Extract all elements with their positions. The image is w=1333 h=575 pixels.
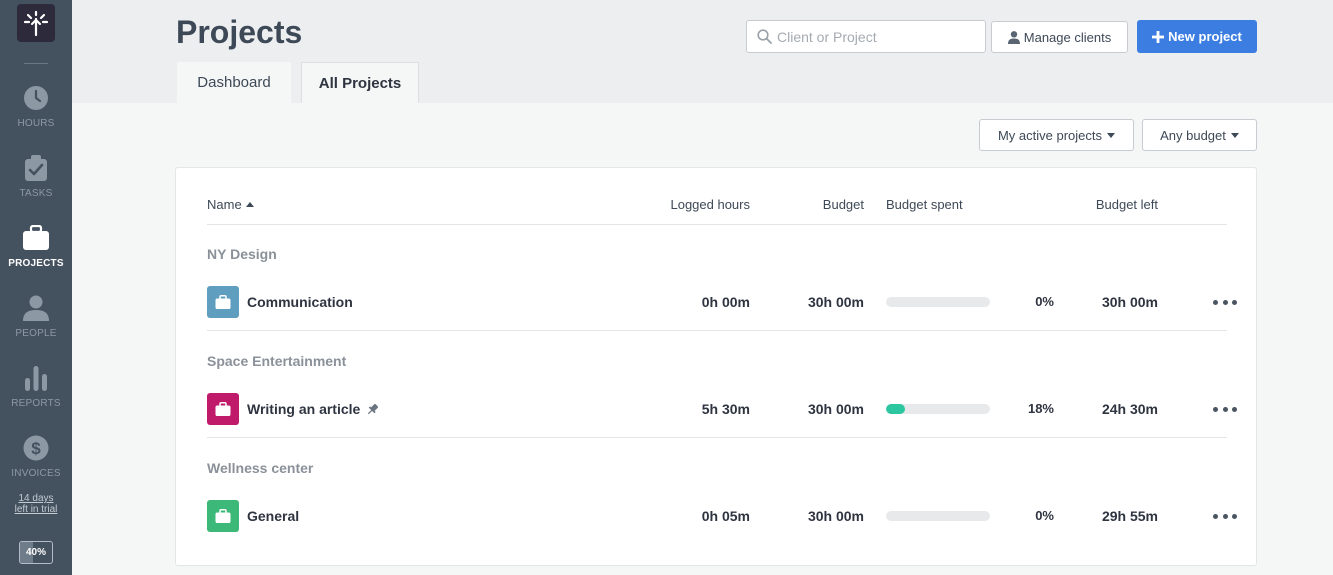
row-divider (207, 330, 1227, 331)
column-header-label: Name (207, 197, 242, 212)
column-header-budget-left: Budget left (1095, 197, 1158, 212)
row-divider (207, 437, 1227, 438)
sidebar-item-hours[interactable]: HOURS (0, 84, 72, 144)
sidebar-item-projects[interactable]: PROJECTS (0, 224, 72, 284)
budget: 30h 00m (807, 294, 864, 310)
column-header-name[interactable]: Name (207, 197, 254, 212)
sort-ascending-icon (245, 202, 254, 207)
dropdown-label: My active projects (997, 127, 1103, 143)
trial-progress-badge[interactable]: 40% (19, 541, 53, 564)
budget: 30h 00m (807, 508, 864, 524)
logged-hours: 0h 00m (701, 294, 750, 310)
project-color-badge (207, 286, 239, 318)
new-project-button[interactable]: New project (1137, 20, 1257, 53)
client-name: NY Design (207, 246, 277, 262)
active-projects-dropdown[interactable]: My active projects (979, 119, 1134, 151)
column-header-logged-hours: Logged hours (670, 197, 750, 212)
budget-dropdown[interactable]: Any budget (1142, 119, 1257, 151)
column-header-budget-spent: Budget spent (886, 197, 963, 212)
sidebar-divider (24, 63, 48, 64)
logged-hours: 5h 30m (701, 401, 750, 417)
project-name-text: Writing an article (247, 401, 361, 417)
sidebar-item-label: TASKS (19, 188, 53, 199)
svg-text:$: $ (31, 439, 41, 458)
logo-icon (23, 10, 49, 37)
briefcase-icon (215, 295, 231, 309)
more-options-icon[interactable] (1213, 509, 1237, 523)
budget-spent-bar (886, 404, 990, 414)
client-name: Space Entertainment (207, 353, 347, 369)
project-name-text: Communication (247, 294, 353, 310)
clock-icon (22, 84, 50, 112)
more-options-icon[interactable] (1213, 402, 1237, 416)
sidebar-item-label: PROJECTS (8, 258, 64, 269)
tab-label: Dashboard (197, 74, 271, 91)
budget-spent-bar (886, 511, 990, 521)
column-header-budget: Budget (822, 197, 864, 212)
trial-progress-label: 40% (25, 547, 46, 558)
new-project-label: New project (1168, 29, 1242, 44)
budget-spent-bar (886, 297, 990, 307)
project-name[interactable]: Writing an article (247, 401, 379, 417)
search-input[interactable] (777, 21, 982, 52)
projects-table: Name Logged hours Budget Budget spent Bu… (175, 167, 1257, 566)
budget-spent-percent: 18% (1027, 401, 1054, 416)
more-options-icon[interactable] (1213, 295, 1237, 309)
page-header: Projects Manage clients New project Dash… (72, 0, 1333, 103)
briefcase-icon (22, 224, 50, 252)
trial-link[interactable]: 14 days left in trial (0, 493, 72, 515)
budget: 30h 00m (807, 401, 864, 417)
budget-left: 24h 30m (1101, 401, 1158, 417)
pin-icon[interactable] (366, 403, 379, 416)
dollar-icon: $ (22, 434, 50, 462)
client-name: Wellness center (207, 460, 314, 476)
logged-hours: 0h 05m (701, 508, 750, 524)
budget-left: 29h 55m (1101, 508, 1158, 524)
tab-dashboard[interactable]: Dashboard (177, 62, 291, 103)
table-row[interactable]: General 0h 05m 30h 00m 0% 29h 55m (176, 496, 1256, 536)
header-divider (207, 224, 1227, 225)
trial-days: 14 days (18, 493, 54, 504)
sidebar-item-label: HOURS (17, 118, 55, 129)
project-name-text: General (247, 508, 300, 524)
tab-all-projects[interactable]: All Projects (301, 62, 419, 103)
dropdown-label: Any budget (1160, 127, 1226, 143)
sidebar-item-invoices[interactable]: $ INVOICES (0, 434, 72, 494)
person-icon (1007, 30, 1020, 44)
caret-down-icon (1230, 132, 1239, 138)
briefcase-icon (215, 402, 231, 416)
sidebar-item-label: INVOICES (11, 468, 61, 479)
tab-label: All Projects (318, 74, 402, 92)
page-title: Projects (176, 14, 303, 50)
budget-spent-percent: 0% (1035, 508, 1054, 523)
bar-chart-icon (22, 364, 50, 392)
person-icon (22, 294, 50, 322)
table-row[interactable]: Writing an article 5h 30m 30h 00m 18% 24… (176, 389, 1256, 429)
sidebar-item-tasks[interactable]: TASKS (0, 154, 72, 214)
manage-clients-label: Manage clients (1023, 29, 1112, 45)
caret-down-icon (1107, 132, 1116, 138)
project-color-badge (207, 393, 239, 425)
app-logo[interactable] (17, 4, 55, 42)
manage-clients-button[interactable]: Manage clients (991, 21, 1128, 53)
clipboard-check-icon (22, 154, 50, 182)
sidebar-item-people[interactable]: PEOPLE (0, 294, 72, 354)
plus-icon (1152, 30, 1165, 43)
project-name[interactable]: Communication (247, 294, 353, 310)
briefcase-icon (215, 509, 231, 523)
sidebar-item-reports[interactable]: REPORTS (0, 364, 72, 424)
trial-text: left in trial (14, 504, 58, 515)
search-icon (757, 29, 772, 44)
budget-spent-fill (886, 404, 905, 414)
project-color-badge (207, 500, 239, 532)
budget-left: 30h 00m (1101, 294, 1158, 310)
project-name[interactable]: General (247, 508, 299, 524)
sidebar-item-label: REPORTS (11, 398, 61, 409)
search-box[interactable] (746, 20, 986, 53)
budget-spent-percent: 0% (1035, 294, 1054, 309)
sidebar-item-label: PEOPLE (15, 328, 57, 339)
sidebar: HOURS TASKS PROJECTS PEOPLE REPORTS $ IN… (0, 0, 72, 575)
table-row[interactable]: Communication 0h 00m 30h 00m 0% 30h 00m (176, 282, 1256, 322)
